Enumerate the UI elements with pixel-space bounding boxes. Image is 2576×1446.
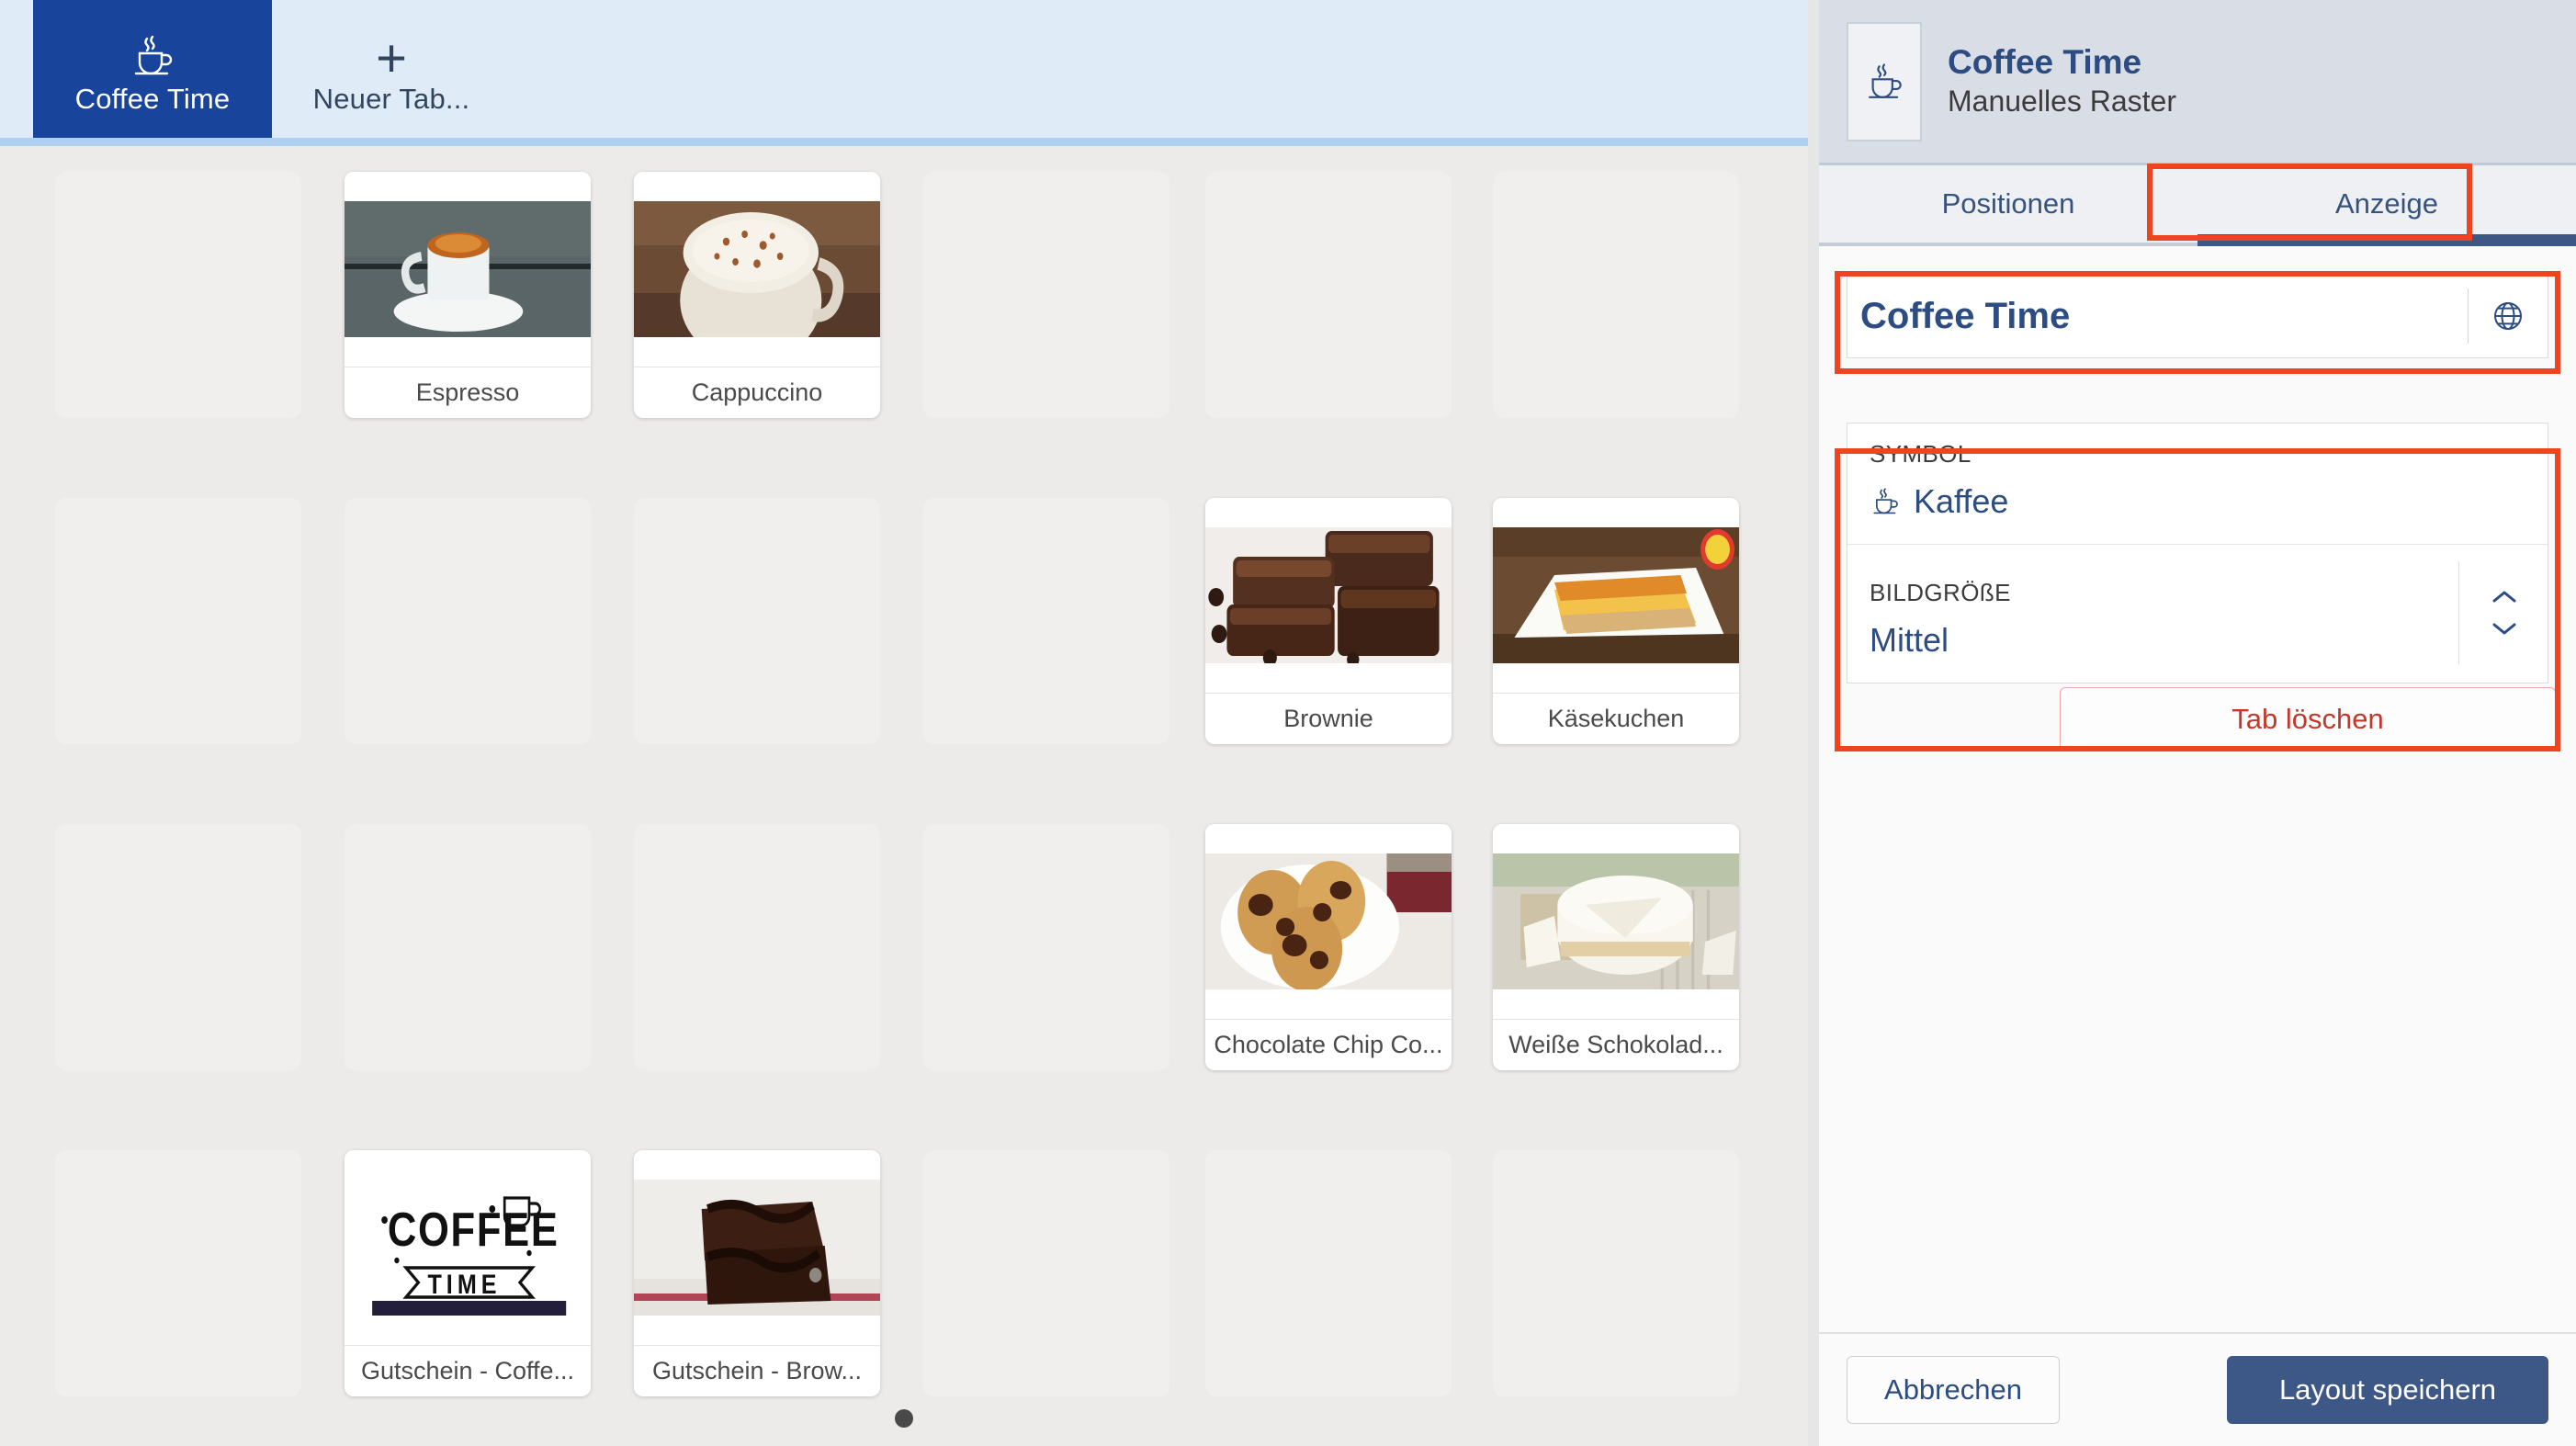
grid-cell-empty[interactable] [634, 498, 880, 744]
svg-text:COFFEE: COFFEE [388, 1203, 559, 1256]
chevron-up-icon[interactable] [2491, 589, 2518, 605]
layout-canvas: Coffee Time + Neuer Tab... Espresso Capp… [0, 0, 1808, 1446]
grid-cell-empty[interactable] [55, 498, 301, 744]
product-label: Käsekuchen [1493, 693, 1739, 744]
tab-new[interactable]: + Neuer Tab... [272, 0, 511, 138]
product-thumbnail [1205, 824, 1452, 1019]
panel-divider [1808, 0, 1819, 1446]
product-label: Espresso [345, 367, 591, 418]
symbol-label: SYMBOL [1870, 440, 1972, 468]
symbol-row[interactable]: SYMBOL Kaffee [1847, 424, 2548, 544]
page-title: Coffee Time [1948, 43, 2142, 82]
plus-icon: + [376, 28, 407, 88]
tab-bar-underline [0, 138, 1808, 146]
grid-cell-empty[interactable] [923, 172, 1169, 418]
save-layout-button[interactable]: Layout speichern [2227, 1356, 2548, 1424]
app-window: Coffee Time + Neuer Tab... Espresso Capp… [0, 0, 2576, 1446]
svg-text:TIME: TIME [427, 1269, 501, 1300]
product-label: Chocolate Chip Co... [1205, 1019, 1452, 1070]
tab-label: Positionen [1941, 187, 2075, 220]
grid-cell-empty[interactable] [923, 824, 1169, 1070]
tab-name-field[interactable]: Coffee Time [1847, 274, 2548, 358]
product-thumbnail [634, 172, 880, 367]
properties-panel: Coffee Time Manuelles Raster Positionen … [1819, 0, 2576, 1446]
product-tile[interactable]: Weiße Schokolad... [1493, 824, 1739, 1070]
product-label: Cappuccino [634, 367, 880, 418]
product-thumbnail [1205, 498, 1452, 693]
image-size-row[interactable]: BILDGRÖßE Mittel [1847, 544, 2548, 683]
tab-anzeige[interactable]: Anzeige [2198, 165, 2576, 246]
grid-cell-empty[interactable] [55, 172, 301, 418]
product-thumbnail: COFFEE TIME [345, 1150, 591, 1345]
grid-cell-empty[interactable] [1205, 172, 1452, 418]
product-thumbnail [345, 172, 591, 367]
tab-name-value[interactable]: Coffee Time [1847, 296, 2468, 337]
tab-label: Coffee Time [74, 82, 231, 115]
coffee-cup-icon [1870, 486, 1901, 517]
panel-body: Coffee Time SYMBOL Kaffee BILDGRÖßE Mitt… [1819, 246, 2576, 1332]
panel-header: Coffee Time Manuelles Raster [1819, 0, 2576, 165]
tab-label: Anzeige [2334, 187, 2439, 220]
tile-grid: Espresso Cappuccino Brownie Käsekuchen C… [0, 146, 1808, 1446]
product-tile[interactable]: Brownie [1205, 498, 1452, 744]
panel-tabs: Positionen Anzeige [1819, 165, 2576, 246]
product-tile[interactable]: Käsekuchen [1493, 498, 1739, 744]
product-label: Gutschein - Brow... [634, 1345, 880, 1396]
product-tile[interactable]: Cappuccino [634, 172, 880, 418]
delete-tab-button[interactable]: Tab löschen [2060, 687, 2556, 751]
product-tile[interactable]: Gutschein - Brow... [634, 1150, 880, 1396]
product-thumbnail [1493, 824, 1739, 1019]
grid-cell-empty[interactable] [1493, 172, 1739, 418]
page-indicator[interactable] [0, 1391, 1808, 1446]
product-label: Brownie [1205, 693, 1452, 744]
tab-positionen[interactable]: Positionen [1819, 165, 2198, 243]
panel-footer: Abbrechen Layout speichern [1819, 1332, 2576, 1446]
coffee-cup-icon [129, 26, 176, 79]
coffee-cup-icon [1869, 62, 1902, 98]
product-tile[interactable]: Espresso [345, 172, 591, 418]
grid-cell-empty[interactable] [1205, 1150, 1452, 1396]
product-thumbnail [1493, 498, 1739, 693]
symbol-value: Kaffee [1914, 482, 2009, 520]
image-size-label: BILDGRÖßE [1870, 579, 2011, 606]
tab-label: Neuer Tab... [312, 82, 470, 115]
grid-cell-empty[interactable] [634, 824, 880, 1070]
tab-preview-thumb [1847, 21, 1922, 141]
product-tile[interactable]: Chocolate Chip Co... [1205, 824, 1452, 1070]
tab-bar: Coffee Time + Neuer Tab... [0, 0, 1808, 146]
grid-cell-empty[interactable] [55, 824, 301, 1070]
grid-cell-empty[interactable] [345, 824, 591, 1070]
product-tile[interactable]: COFFEE TIME Gutschein - Coffe... [345, 1150, 591, 1396]
stepper-separator [2458, 561, 2459, 664]
grid-cell-empty[interactable] [923, 1150, 1169, 1396]
globe-icon[interactable] [2469, 298, 2548, 334]
image-size-value: Mittel [1870, 621, 1949, 659]
grid-cell-empty[interactable] [1493, 1150, 1739, 1396]
display-settings-group: SYMBOL Kaffee BILDGRÖßE Mittel [1847, 423, 2548, 683]
grid-cell-empty[interactable] [55, 1150, 301, 1396]
cancel-button[interactable]: Abbrechen [1847, 1356, 2060, 1424]
page-dot-1[interactable] [895, 1409, 913, 1428]
product-label: Gutschein - Coffe... [345, 1345, 591, 1396]
grid-cell-empty[interactable] [923, 498, 1169, 744]
product-label: Weiße Schokolad... [1493, 1019, 1739, 1070]
grid-cell-empty[interactable] [345, 498, 591, 744]
product-thumbnail [634, 1150, 880, 1345]
chevron-down-icon[interactable] [2491, 620, 2518, 637]
image-size-stepper[interactable] [2483, 589, 2525, 637]
tab-coffee-time[interactable]: Coffee Time [33, 0, 272, 146]
page-subtitle: Manuelles Raster [1948, 85, 2176, 119]
